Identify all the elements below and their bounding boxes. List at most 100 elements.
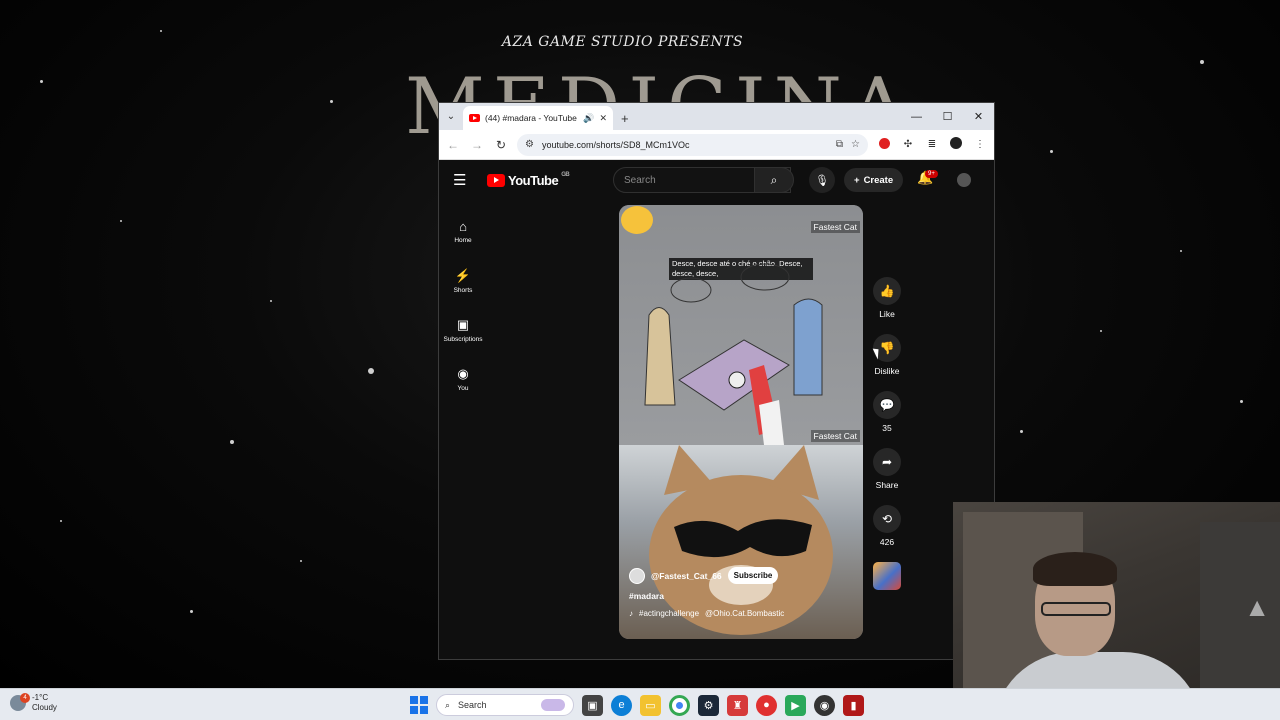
- create-button[interactable]: + Create: [844, 168, 904, 192]
- back-arrow-icon[interactable]: ←: [445, 138, 461, 152]
- sidebar-item-subscriptions[interactable]: ▣ Subscriptions: [439, 305, 487, 354]
- bookmark-star-icon[interactable]: ☆: [851, 139, 860, 150]
- install-app-icon[interactable]: ⧉: [836, 139, 843, 150]
- chrome-browser-icon[interactable]: [669, 694, 690, 716]
- youtube-favicon-icon: [469, 114, 480, 122]
- close-window-button[interactable]: ✕: [963, 103, 994, 130]
- forward-arrow-icon[interactable]: →: [469, 138, 485, 152]
- tab-search-icon[interactable]: ⌄: [439, 103, 463, 130]
- minimize-button[interactable]: —: [901, 103, 932, 130]
- windows-taskbar: 4 -1°C Cloudy ⌕ Search ▣ e ▭ ⚙ ♜ ● ▶ ◉ ▮: [0, 688, 1280, 720]
- youtube-header: ☰ YouTube GB Search ⌕ 🎙 + Create 🔔 9+: [439, 161, 994, 199]
- voice-search-button[interactable]: 🎙: [809, 167, 835, 193]
- short-title[interactable]: #madara: [629, 591, 664, 601]
- notification-badge: 9+: [925, 170, 938, 178]
- maximize-button[interactable]: ☐: [932, 103, 963, 130]
- weather-condition: Cloudy: [32, 703, 57, 712]
- reload-icon[interactable]: ↻: [493, 138, 509, 152]
- plus-icon: +: [854, 174, 860, 186]
- site-info-icon[interactable]: ⚙: [525, 139, 534, 150]
- comments-button[interactable]: 💬: [873, 391, 901, 419]
- you-icon: ◉: [457, 365, 469, 381]
- browser-window[interactable]: ⌄ (44) #madara - YouTube 🔊 ✕ + — ☐ ✕ ← →…: [438, 102, 995, 660]
- sound-thumbnail[interactable]: [873, 562, 901, 590]
- dislike-action: 👎 Dislike: [869, 334, 905, 376]
- account-avatar[interactable]: [957, 173, 971, 187]
- share-button[interactable]: ➦: [873, 448, 901, 476]
- like-button[interactable]: 👍: [873, 277, 901, 305]
- comment-icon: 💬: [879, 398, 895, 412]
- file-explorer-icon[interactable]: ▭: [640, 694, 661, 716]
- tab-close-icon[interactable]: ✕: [599, 113, 607, 124]
- game-launcher-icon[interactable]: ♜: [727, 694, 748, 716]
- new-tab-button[interactable]: +: [621, 106, 629, 130]
- obs-icon[interactable]: ◉: [814, 694, 835, 716]
- youtube-sidebar: ⌂ Home ⚡ Shorts ▣ Subscriptions ◉ You: [439, 207, 487, 403]
- music-row[interactable]: ♪ #actingchallenge @Ohio.Cat.Bombastic: [629, 609, 784, 618]
- taskbar-search-label: Search: [458, 700, 487, 710]
- tab-youtube[interactable]: (44) #madara - YouTube 🔊 ✕: [463, 106, 613, 130]
- microphone-icon: 🎙: [815, 174, 829, 187]
- opera-extension-icon[interactable]: [876, 137, 892, 152]
- task-view-icon[interactable]: ▣: [582, 694, 603, 716]
- thumbs-down-icon: 👎: [879, 341, 895, 355]
- search-icon: ⌕: [770, 172, 778, 187]
- taskbar-apps: ⌕ Search ▣ e ▭ ⚙ ♜ ● ▶ ◉ ▮: [410, 694, 864, 716]
- sidebar-item-you[interactable]: ◉ You: [439, 354, 487, 403]
- shirt-logo-icon: ▲: [1244, 592, 1270, 622]
- search-icon: ⌕: [445, 699, 451, 710]
- hamburger-menu-icon[interactable]: ☰: [453, 171, 473, 189]
- subscriptions-icon: ▣: [456, 316, 470, 332]
- sidebar-item-label: Shorts: [453, 286, 473, 294]
- windows-start-icon[interactable]: [410, 696, 428, 714]
- sidebar-item-label: Subscriptions: [443, 335, 483, 343]
- media-app-icon[interactable]: ▶: [785, 694, 806, 716]
- music-tag[interactable]: #actingchallenge: [639, 609, 699, 618]
- like-action: 👍 Like: [869, 277, 905, 319]
- short-action-bar: 👍 Like 👎 Dislike 💬 35 ➦ Share ⟲ 426: [869, 277, 905, 605]
- video-top-panel: Fastest Cat Desce, desce até o ché o chã…: [619, 205, 863, 445]
- sound-action: [869, 562, 905, 590]
- create-label: Create: [863, 174, 894, 186]
- channel-avatar[interactable]: [629, 567, 645, 584]
- sidebar-item-shorts[interactable]: ⚡ Shorts: [439, 256, 487, 305]
- browser-menu-icon[interactable]: ⋮: [972, 139, 988, 150]
- dislike-label: Dislike: [874, 366, 900, 376]
- speaker-icon[interactable]: 🔊: [583, 113, 594, 124]
- window-controls: — ☐ ✕: [901, 103, 994, 130]
- edge-browser-icon[interactable]: e: [611, 694, 632, 716]
- comments-count: 35: [882, 423, 892, 433]
- short-video-player[interactable]: Fastest Cat Desce, desce até o ché o chã…: [619, 205, 863, 639]
- remix-button[interactable]: ⟲: [873, 505, 901, 533]
- cartoon-drawing-illustration: [644, 263, 823, 445]
- youtube-page: ☰ YouTube GB Search ⌕ 🎙 + Create 🔔 9+ ⌂ …: [439, 161, 994, 659]
- music-note-icon: ♪: [629, 609, 633, 618]
- thumbs-up-icon: 👍: [879, 284, 895, 298]
- profile-avatar-icon[interactable]: [948, 137, 964, 152]
- share-label: Share: [875, 480, 899, 490]
- cloud-weather-icon: 4: [10, 693, 30, 711]
- remix-count: 426: [879, 537, 895, 547]
- channel-watermark-lower: Fastest Cat: [810, 430, 860, 442]
- weather-widget[interactable]: 4 -1°C Cloudy: [10, 693, 57, 713]
- search-button[interactable]: ⌕: [754, 167, 794, 193]
- editor-app-icon[interactable]: ▮: [843, 694, 864, 716]
- channel-handle[interactable]: @Fastest_Cat_66: [651, 571, 722, 581]
- reading-list-icon[interactable]: ≣: [924, 139, 940, 150]
- tab-strip: ⌄ (44) #madara - YouTube 🔊 ✕ + — ☐ ✕: [439, 103, 994, 130]
- share-action: ➦ Share: [869, 448, 905, 490]
- address-bar[interactable]: ⚙ youtube.com/shorts/SD8_MCm1VOc ⧉ ☆: [517, 133, 868, 156]
- taskbar-search-box[interactable]: ⌕ Search: [436, 694, 574, 716]
- shorts-icon: ⚡: [454, 267, 472, 283]
- webcam-overlay: ▲: [953, 502, 1280, 688]
- extensions-puzzle-icon[interactable]: ✣: [900, 139, 916, 150]
- subscribe-button[interactable]: Subscribe: [727, 567, 779, 584]
- channel-row: @Fastest_Cat_66 Subscribe: [629, 567, 779, 584]
- music-credit[interactable]: @Ohio.Cat.Bombastic: [705, 609, 784, 618]
- sidebar-item-home[interactable]: ⌂ Home: [439, 207, 487, 256]
- comments-action: 💬 35: [869, 391, 905, 433]
- record-app-icon[interactable]: ●: [756, 694, 777, 716]
- youtube-logo[interactable]: YouTube GB: [487, 172, 570, 188]
- steam-icon[interactable]: ⚙: [698, 694, 719, 716]
- tab-title: (44) #madara - YouTube: [485, 113, 577, 123]
